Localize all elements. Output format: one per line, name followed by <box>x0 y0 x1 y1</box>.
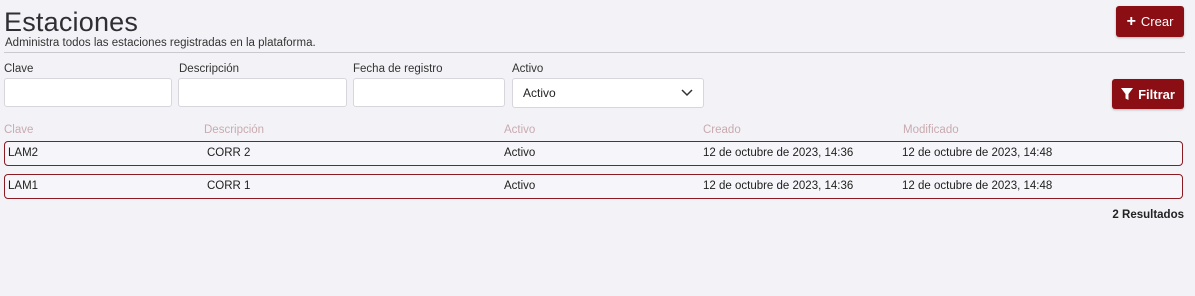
column-header-modificado: Modificado <box>903 124 959 136</box>
create-button[interactable]: + Crear <box>1116 6 1184 37</box>
column-header-activo: Activo <box>504 124 536 136</box>
plus-icon: + <box>1126 12 1136 30</box>
page-title: Estaciones <box>4 7 139 37</box>
descripcion-input[interactable] <box>178 78 347 107</box>
cell-modificado: 12 de octubre de 2023, 14:48 <box>902 147 1053 159</box>
page-header: Estaciones Administra todos las estacion… <box>4 4 1185 53</box>
activo-select-value: Activo <box>523 86 556 100</box>
page-subtitle: Administra todos las estaciones registra… <box>5 37 316 49</box>
cell-modificado: 12 de octubre de 2023, 14:48 <box>902 180 1053 192</box>
create-button-label: Crear <box>1140 14 1174 29</box>
activo-select[interactable]: Activo <box>512 78 704 108</box>
fecha-label: Fecha de registro <box>353 63 443 75</box>
results-count: 2 Resultados <box>1112 209 1184 221</box>
table-row[interactable]: LAM1 CORR 1 Activo 12 de octubre de 2023… <box>4 174 1183 199</box>
column-header-clave: Clave <box>4 124 34 136</box>
chevron-down-icon <box>681 89 693 97</box>
cell-clave: LAM2 <box>8 147 39 159</box>
table-row[interactable]: LAM2 CORR 2 Activo 12 de octubre de 2023… <box>4 141 1183 166</box>
clave-input[interactable] <box>4 78 172 107</box>
clave-label: Clave <box>4 63 34 75</box>
cell-creado: 12 de octubre de 2023, 14:36 <box>703 147 854 159</box>
column-header-descripcion: Descripción <box>204 124 265 136</box>
activo-label: Activo <box>512 63 544 75</box>
descripcion-label: Descripción <box>179 63 240 75</box>
column-header-creado: Creado <box>703 124 741 136</box>
cell-creado: 12 de octubre de 2023, 14:36 <box>703 180 854 192</box>
fecha-input[interactable] <box>353 78 505 107</box>
cell-descripcion: CORR 2 <box>207 147 251 159</box>
cell-activo: Activo <box>504 180 536 192</box>
filter-button[interactable]: Filtrar <box>1112 79 1184 109</box>
filter-button-label: Filtrar <box>1138 86 1175 102</box>
cell-activo: Activo <box>504 147 536 159</box>
cell-clave: LAM1 <box>8 180 39 192</box>
funnel-icon <box>1121 87 1134 101</box>
cell-descripcion: CORR 1 <box>207 180 251 192</box>
